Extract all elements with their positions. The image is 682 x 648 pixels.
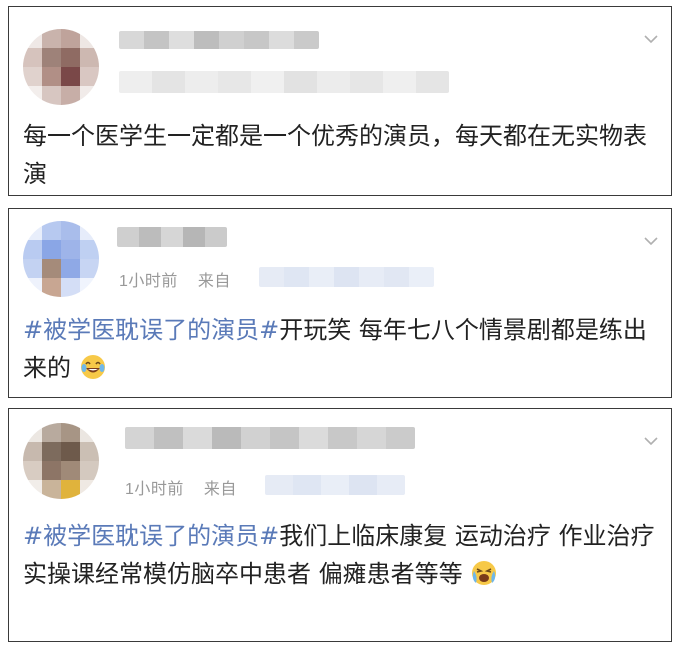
post-meta: 1小时前 来自 — [125, 475, 237, 499]
post-card: 1小时前 来自 #被学医耽误了的演员#开玩笑 每年七八个情景剧都是练出来的 — [8, 208, 672, 398]
hashtag-link[interactable]: #被学医耽误了的演员# — [23, 316, 279, 344]
post-text: 每一个医学生一定都是一个优秀的演员，每天都在无实物表演 — [23, 117, 659, 193]
post-time: 1小时前 — [119, 273, 178, 290]
post-time: 1小时前 — [125, 481, 184, 498]
hashtag-link[interactable]: #被学医耽误了的演员# — [23, 522, 279, 550]
meta-blurred — [119, 71, 449, 93]
post-card: 1小时前 来自 #被学医耽误了的演员#我们上临床康复 运动治疗 作业治疗实操课经… — [8, 408, 672, 642]
avatar[interactable] — [23, 423, 99, 499]
chevron-down-icon[interactable] — [643, 31, 659, 47]
chevron-down-icon[interactable] — [643, 233, 659, 249]
post-meta: 1小时前 来自 — [119, 267, 231, 291]
username-blurred[interactable] — [125, 427, 415, 449]
source-blurred[interactable] — [265, 475, 405, 495]
post-source-label: 来自 — [197, 273, 231, 290]
crying-laughing-emoji — [470, 559, 498, 587]
laughing-crying-emoji — [79, 353, 107, 381]
post-card: 每一个医学生一定都是一个优秀的演员，每天都在无实物表演 — [8, 6, 672, 196]
post-body: 每一个医学生一定都是一个优秀的演员，每天都在无实物表演 — [23, 122, 647, 188]
username-blurred[interactable] — [117, 227, 227, 247]
post-source-label: 来自 — [203, 481, 237, 498]
post-text: #被学医耽误了的演员#我们上临床康复 运动治疗 作业治疗实操课经常模仿脑卒中患者… — [23, 517, 659, 593]
avatar[interactable] — [23, 221, 99, 297]
post-text: #被学医耽误了的演员#开玩笑 每年七八个情景剧都是练出来的 — [23, 311, 659, 387]
avatar[interactable] — [23, 29, 99, 105]
username-blurred[interactable] — [119, 31, 319, 49]
chevron-down-icon[interactable] — [643, 433, 659, 449]
source-blurred[interactable] — [259, 267, 434, 287]
